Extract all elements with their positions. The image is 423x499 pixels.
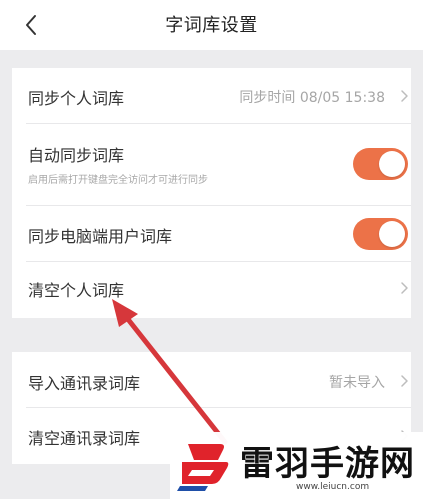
site-logo-icon bbox=[177, 444, 229, 491]
chevron-right-icon bbox=[401, 282, 408, 294]
import-contacts-dictionary-label: 导入通讯录词库 bbox=[28, 374, 141, 393]
toggle-knob bbox=[379, 221, 405, 247]
clear-personal-dictionary-row[interactable]: 清空个人词库 bbox=[12, 262, 411, 318]
toggle-knob bbox=[379, 151, 405, 177]
sync-personal-dictionary-row[interactable]: 同步个人词库 同步时间 08/05 15:38 bbox=[12, 68, 411, 124]
import-status: 暂未导入 bbox=[329, 375, 385, 391]
sync-pc-dictionary-label: 同步电脑端用户词库 bbox=[28, 227, 173, 246]
watermark-url: www.leiucn.com bbox=[296, 482, 370, 492]
auto-sync-toggle[interactable] bbox=[353, 148, 408, 180]
nav-bar: 字词库设置 bbox=[0, 0, 423, 50]
watermark: 雷羽手游网 www.leiucn.com bbox=[170, 432, 423, 499]
watermark-site-name: 雷羽手游网 bbox=[240, 444, 415, 484]
clear-contacts-dictionary-label: 清空通讯录词库 bbox=[28, 429, 141, 448]
chevron-right-icon bbox=[401, 375, 408, 387]
auto-sync-hint: 启用后需打开键盘完全访问才可进行同步 bbox=[28, 175, 208, 186]
auto-sync-dictionary-label: 自动同步词库 bbox=[28, 146, 125, 165]
clear-personal-dictionary-label: 清空个人词库 bbox=[28, 281, 125, 300]
auto-sync-dictionary-row: 自动同步词库 启用后需打开键盘完全访问才可进行同步 bbox=[12, 124, 411, 206]
last-sync-time: 同步时间 08/05 15:38 bbox=[239, 90, 385, 106]
sync-personal-dictionary-label: 同步个人词库 bbox=[28, 89, 125, 108]
import-contacts-dictionary-row[interactable]: 导入通讯录词库 暂未导入 bbox=[12, 352, 411, 408]
chevron-right-icon bbox=[401, 90, 408, 102]
personal-dictionary-section: 同步个人词库 同步时间 08/05 15:38 自动同步词库 启用后需打开键盘完… bbox=[12, 68, 411, 318]
page-title: 字词库设置 bbox=[165, 15, 258, 36]
sync-pc-dictionary-toggle[interactable] bbox=[353, 218, 408, 250]
sync-pc-dictionary-row: 同步电脑端用户词库 bbox=[12, 206, 411, 262]
